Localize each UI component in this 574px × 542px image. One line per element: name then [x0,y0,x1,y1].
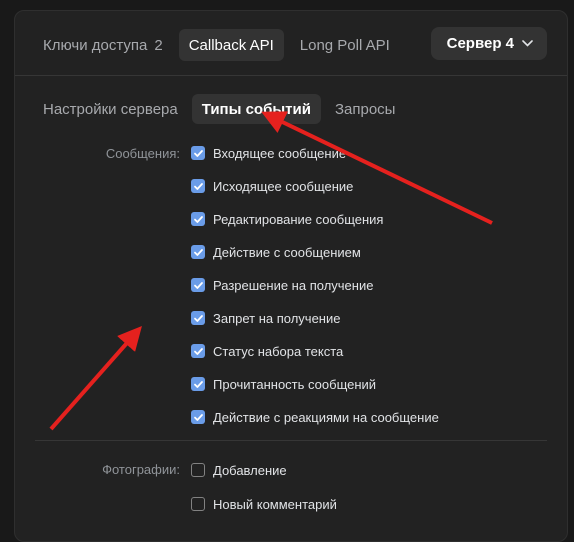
tab-callback-api[interactable]: Callback API [178,29,284,61]
section-label-messages: Сообщения: [105,146,180,161]
checkbox-label: Статус набора текста [213,343,344,359]
checkbox-label: Действие с сообщением [213,244,361,260]
checkbox-checked[interactable] [191,278,205,292]
checkbox-checked[interactable] [191,344,205,358]
checkmark-icon [193,182,203,190]
server-select-label: Сервер 4 [446,35,514,52]
checkbox-label: Прочитанность сообщений [213,376,377,392]
tab-long-poll-api[interactable]: Long Poll API [290,29,400,61]
tab-access-keys[interactable]: Ключи доступа 2 [43,29,173,61]
checkbox-unchecked[interactable] [191,497,205,511]
checkmark-icon [193,347,203,355]
checkbox-label: Входящее сообщение [213,145,347,161]
checkbox-label: Действие с реакциями на сообщение [213,409,439,425]
tab-access-keys-label: Ключи доступа [43,36,148,54]
checkmark-icon [193,281,203,289]
tab-requests[interactable]: Запросы [325,94,406,124]
checkmark-icon [193,314,203,322]
checkbox-row[interactable]: Редактирование сообщения [191,209,383,229]
section-label-photos: Фотографии: [102,462,180,477]
checkbox-unchecked[interactable] [191,463,205,477]
checkbox-checked[interactable] [191,179,205,193]
checkbox-row[interactable]: Прочитанность сообщений [191,374,376,394]
sub-tab-bar: Настройки сервера Типы событий Запросы [43,94,409,124]
settings-panel: Ключи доступа 2 Callback API Long Poll A… [14,10,568,542]
checkmark-icon [193,380,203,388]
checkbox-row[interactable]: Добавление [191,460,287,480]
tab-access-keys-count: 2 [154,36,163,54]
checkbox-checked[interactable] [191,410,205,424]
checkbox-label: Добавление [213,462,287,478]
checkbox-row[interactable]: Запрет на получение [191,308,340,328]
checkbox-row[interactable]: Действие с реакциями на сообщение [191,407,439,427]
tab-callback-api-label: Callback API [188,36,274,54]
checkbox-checked[interactable] [191,377,205,391]
checkbox-label: Новый комментарий [213,496,337,512]
tab-requests-label: Запросы [334,100,396,118]
checkbox-checked[interactable] [191,146,205,160]
server-select-button[interactable]: Сервер 4 [430,27,547,60]
checkbox-row[interactable]: Входящее сообщение [191,143,346,163]
checkbox-checked[interactable] [191,212,205,226]
tab-server-settings[interactable]: Настройки сервера [43,94,188,124]
tab-long-poll-api-label: Long Poll API [299,36,390,54]
checkbox-checked[interactable] [191,245,205,259]
checkbox-label: Редактирование сообщения [213,211,384,227]
checkmark-icon [193,248,203,256]
checkbox-label: Исходящее сообщение [213,178,354,194]
tab-server-settings-label: Настройки сервера [43,100,178,118]
checkbox-row[interactable]: Разрешение на получение [191,275,373,295]
checkbox-row[interactable]: Новый комментарий [191,494,337,514]
header-divider [15,75,567,76]
checkbox-row[interactable]: Действие с сообщением [191,242,361,262]
section-divider [35,440,547,441]
checkbox-label: Запрет на получение [213,310,341,326]
tab-event-types[interactable]: Типы событий [191,94,321,124]
top-tab-bar: Ключи доступа 2 Callback API Long Poll A… [43,29,406,61]
chevron-down-icon [522,38,533,50]
checkbox-label: Разрешение на получение [213,277,374,293]
tab-event-types-label: Типы событий [201,100,311,118]
checkmark-icon [193,215,203,223]
checkbox-row[interactable]: Статус набора текста [191,341,343,361]
checkbox-checked[interactable] [191,311,205,325]
checkmark-icon [193,413,203,421]
checkbox-row[interactable]: Исходящее сообщение [191,176,353,196]
checkmark-icon [193,149,203,157]
